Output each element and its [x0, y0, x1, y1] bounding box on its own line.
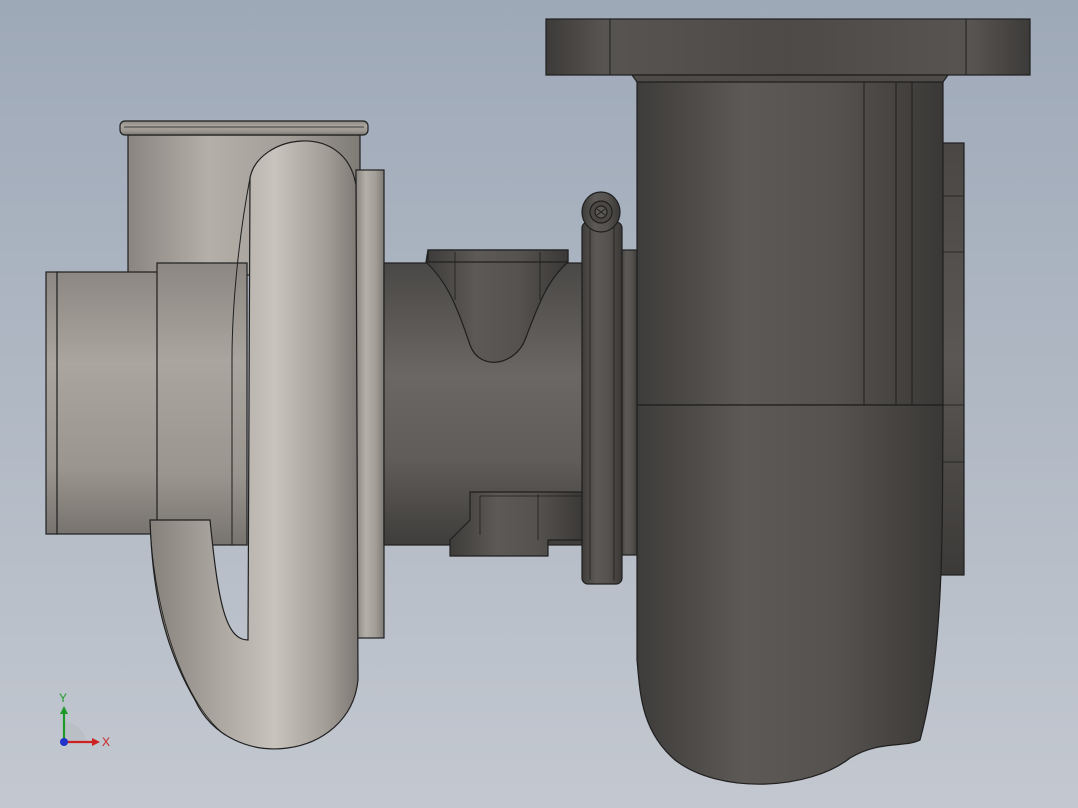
- z-axis-marker: [60, 738, 68, 746]
- model-canvas[interactable]: X Y: [0, 0, 1078, 808]
- cad-viewport[interactable]: X Y: [0, 0, 1078, 808]
- vband-clamp[interactable]: [581, 191, 623, 585]
- y-axis-label: Y: [59, 691, 67, 705]
- x-axis-label: X: [102, 735, 110, 749]
